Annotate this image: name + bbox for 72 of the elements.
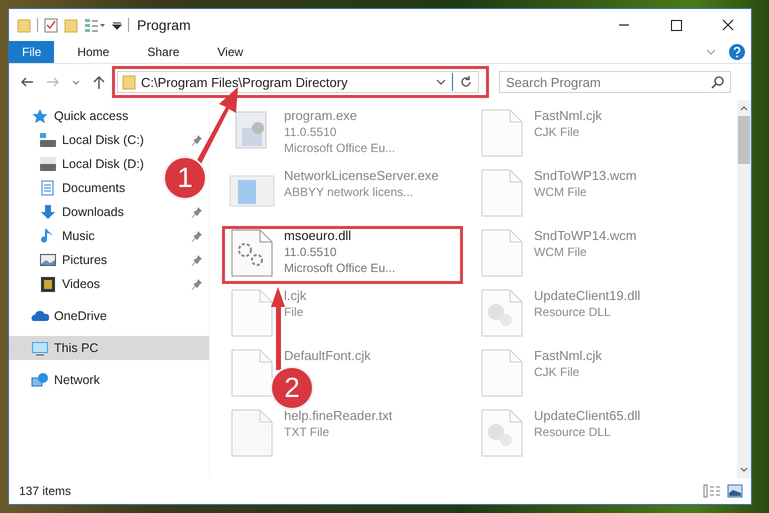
address-path: C:\Program Files\Program Directory	[141, 74, 349, 90]
drive-icon	[39, 156, 57, 172]
network-icon	[31, 372, 49, 388]
cloud-icon	[31, 308, 49, 324]
ribbon-tab[interactable]: File	[9, 41, 54, 63]
drive-icon	[39, 132, 57, 148]
file-name[interactable]: DefaultFont.cjk	[284, 348, 371, 364]
help-icon[interactable]	[729, 44, 745, 60]
folder-icon	[122, 74, 136, 90]
file-name[interactable]: help.fineReader.txt	[284, 408, 392, 424]
pictures-icon	[39, 252, 57, 268]
file-detail: Resource DLL	[534, 304, 612, 320]
nav-item[interactable]: Network	[9, 368, 209, 392]
nav-item[interactable]: Local Disk (D:)	[9, 152, 155, 176]
properties-icon[interactable]	[44, 17, 58, 33]
nav-item[interactable]: This PC	[9, 336, 209, 360]
file-name[interactable]: SndToWP13.wcm	[534, 168, 637, 184]
file-detail: WCM File	[534, 184, 588, 200]
file-detail: CJK File	[534, 364, 580, 380]
file-detail: CJK File	[534, 124, 580, 140]
pc-icon	[31, 340, 49, 356]
file-detail: Microsoft Office Eu...	[284, 140, 396, 156]
item-count: 137 items	[19, 484, 72, 498]
file-detail: 11.0.5510	[284, 244, 338, 260]
nav-item[interactable]: Pictures	[9, 248, 209, 272]
file-name[interactable]: UpdateClient19.dll	[534, 288, 640, 304]
nav-item[interactable]: OneDrive	[9, 304, 209, 328]
file-detail: Microsoft Office Eu...	[284, 260, 396, 276]
up-arrow-icon[interactable]	[91, 74, 107, 90]
file-name[interactable]: SndToWP14.wcm	[534, 228, 637, 244]
address-bar[interactable]: C:\Program Files\Program Directory	[117, 71, 479, 93]
file-name[interactable]: FastNml.cjk	[534, 108, 602, 124]
window-title: Program	[137, 17, 191, 33]
nav-item[interactable]: Downloads	[9, 200, 209, 224]
pin-icon[interactable]	[191, 206, 203, 218]
pin-icon[interactable]	[191, 278, 203, 290]
file-detail: File	[284, 304, 304, 320]
nav-item[interactable]: Videos	[9, 272, 209, 296]
details-view-icon[interactable]	[703, 484, 721, 498]
file-name[interactable]: program.exe	[284, 108, 396, 124]
file-detail: Resource DLL	[534, 424, 612, 440]
ribbon-tab[interactable]: Share	[132, 41, 194, 63]
ribbon-tab[interactable]: Home	[62, 41, 124, 63]
scrollbar[interactable]	[737, 100, 751, 478]
scroll-down-icon[interactable]	[739, 466, 749, 474]
expand-ribbon-icon[interactable]	[705, 47, 717, 57]
file-detail: 11.0.5510	[284, 124, 338, 140]
nav-item[interactable]: Quick access	[9, 104, 209, 128]
nav-item[interactable]: Music	[9, 224, 209, 248]
file-name[interactable]: NetworkLicenseServer.exe	[284, 168, 439, 184]
scroll-up-icon[interactable]	[739, 104, 749, 112]
file-name[interactable]: FastNml.cjk	[534, 348, 602, 364]
scroll-thumb[interactable]	[738, 116, 750, 164]
file-detail: ABBYY network licens...	[284, 184, 414, 200]
file-detail: WCM File	[534, 244, 588, 260]
view-options-icon[interactable]	[84, 17, 106, 33]
file-name[interactable]: UpdateClient65.dll	[534, 408, 640, 424]
downloads-icon	[39, 204, 57, 220]
file-name[interactable]: msoeuro.dll	[284, 228, 396, 244]
videos-icon	[39, 276, 57, 292]
pin-icon[interactable]	[191, 134, 203, 146]
nav-item[interactable]: Documents	[9, 176, 136, 200]
pin-icon[interactable]	[191, 230, 203, 242]
pin-icon[interactable]	[191, 254, 203, 266]
file-detail: TXT File	[284, 424, 330, 440]
folder-icon[interactable]	[17, 17, 31, 33]
large-icons-view-icon[interactable]	[727, 484, 743, 498]
nav-item[interactable]: Local Disk (C:)	[9, 128, 209, 152]
ribbon-tab[interactable]: View	[202, 41, 258, 63]
new-folder-icon[interactable]	[64, 17, 78, 33]
search-field[interactable]: Search Program	[499, 71, 731, 93]
file-name[interactable]: l.cjk	[284, 288, 306, 304]
